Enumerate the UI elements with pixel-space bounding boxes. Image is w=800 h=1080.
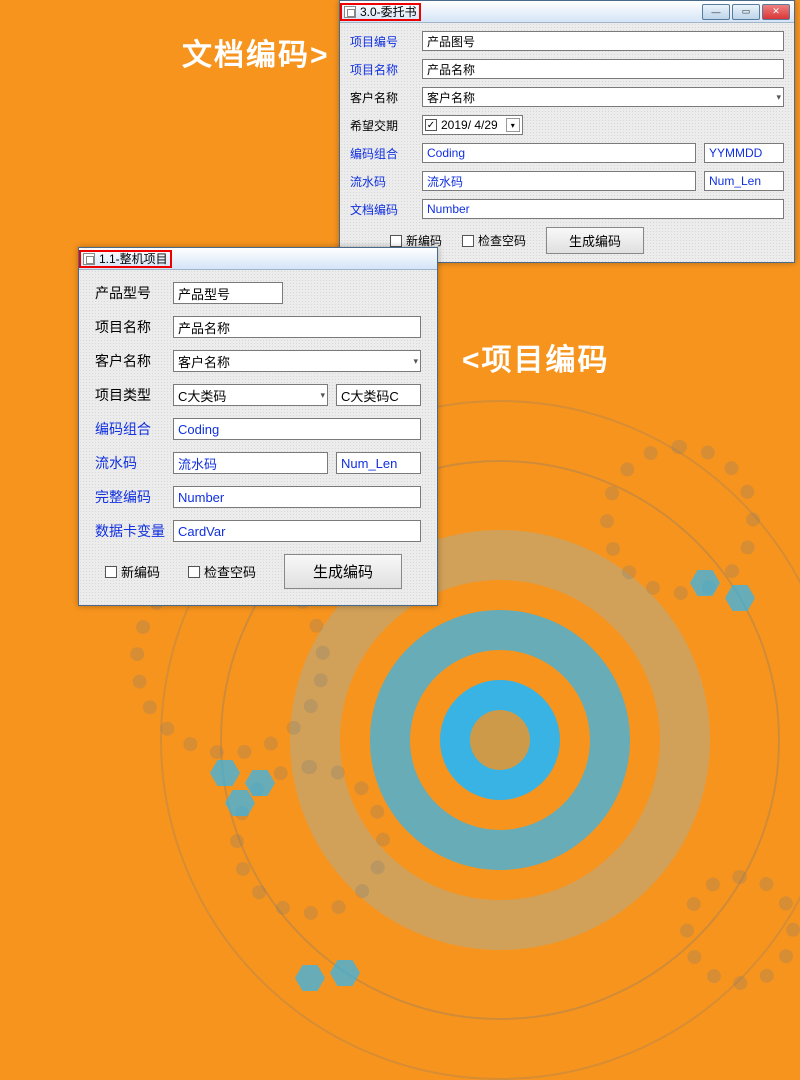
label-code-combo: 编码组合	[95, 419, 165, 439]
maximize-button[interactable]: ▭	[732, 4, 760, 20]
input-serial-len[interactable]: Num_Len	[704, 171, 784, 191]
generate-code-button[interactable]: 生成编码	[546, 227, 644, 254]
checkbox-check-blank-label: 检查空码	[204, 562, 256, 581]
chevron-down-icon[interactable]: ▾	[506, 118, 520, 132]
checkbox-icon	[105, 566, 117, 578]
label-customer: 客户名称	[95, 351, 165, 371]
select-project-type-value: C大类码	[178, 386, 226, 405]
label-due-date: 希望交期	[350, 117, 414, 134]
checkbox-check-blank[interactable]: 检查空码	[188, 562, 256, 581]
input-serial-len[interactable]: Num_Len	[336, 452, 421, 474]
input-card-var[interactable]: CardVar	[173, 520, 421, 542]
window-title: 3.0-委托书	[360, 3, 417, 20]
input-serial[interactable]: 流水码	[422, 171, 696, 191]
checkbox-check-blank-label: 检查空码	[478, 232, 526, 249]
window-project: 1.1-整机项目 产品型号 产品型号 项目名称 产品名称 客户名称 客户名称 ▾…	[78, 247, 438, 606]
select-customer-value: 客户名称	[427, 89, 475, 106]
input-code-combo[interactable]: Coding	[422, 143, 696, 163]
window-commission: 3.0-委托书 — ▭ ✕ 项目编号 产品图号 项目名称 产品名称 客户名称 客…	[339, 0, 795, 263]
input-doc-code[interactable]: Number	[422, 199, 784, 219]
input-project-name[interactable]: 产品名称	[422, 59, 784, 79]
select-customer-value: 客户名称	[178, 352, 230, 371]
minimize-button[interactable]: —	[702, 4, 730, 20]
titlebar[interactable]: 3.0-委托书 — ▭ ✕	[340, 1, 794, 23]
app-icon	[344, 6, 356, 18]
chevron-down-icon: ▾	[320, 390, 325, 401]
label-doc-code: 文档编码	[350, 201, 414, 218]
input-full-code[interactable]: Number	[173, 486, 421, 508]
input-serial[interactable]: 流水码	[173, 452, 328, 474]
window-title: 1.1-整机项目	[99, 250, 168, 267]
select-customer[interactable]: 客户名称 ▾	[173, 350, 421, 372]
checkbox-new-code[interactable]: 新编码	[105, 562, 160, 581]
label-project-type: 项目类型	[95, 385, 165, 405]
annotation-project-code: <项目编码	[462, 335, 610, 379]
select-customer[interactable]: 客户名称 ▾	[422, 87, 784, 107]
titlebar[interactable]: 1.1-整机项目	[79, 248, 437, 270]
checkbox-icon	[462, 235, 474, 247]
label-card-var: 数据卡变量	[95, 521, 165, 541]
date-enable-checkbox[interactable]: ✓	[425, 119, 437, 131]
close-button[interactable]: ✕	[762, 4, 790, 20]
label-project-name: 项目名称	[350, 61, 414, 78]
checkbox-icon	[390, 235, 402, 247]
checkbox-new-code-label: 新编码	[121, 562, 160, 581]
input-product-model[interactable]: 产品型号	[173, 282, 283, 304]
label-project-name: 项目名称	[95, 317, 165, 337]
select-project-type-c-value: C大类码C	[341, 386, 399, 405]
chevron-down-icon: ▾	[413, 356, 418, 367]
input-code-format[interactable]: YYMMDD	[704, 143, 784, 163]
generate-code-button[interactable]: 生成编码	[284, 554, 402, 589]
label-customer: 客户名称	[350, 89, 414, 106]
date-picker[interactable]: ✓ 2019/ 4/29 ▾	[422, 115, 523, 135]
chevron-down-icon: ▾	[776, 92, 781, 103]
label-serial: 流水码	[350, 173, 414, 190]
label-code-combo: 编码组合	[350, 145, 414, 162]
checkbox-check-blank[interactable]: 检查空码	[462, 232, 526, 249]
input-project-no[interactable]: 产品图号	[422, 31, 784, 51]
app-icon	[83, 253, 95, 265]
label-full-code: 完整编码	[95, 487, 165, 507]
label-project-no: 项目编号	[350, 33, 414, 50]
label-product-model: 产品型号	[95, 283, 165, 303]
label-serial: 流水码	[95, 453, 165, 473]
date-value: 2019/ 4/29	[441, 118, 498, 132]
select-project-type[interactable]: C大类码 ▾	[173, 384, 328, 406]
select-project-type-c[interactable]: C大类码C	[336, 384, 421, 406]
input-project-name[interactable]: 产品名称	[173, 316, 421, 338]
annotation-doc-code: 文档编码>	[182, 30, 330, 74]
input-code-combo[interactable]: Coding	[173, 418, 421, 440]
checkbox-icon	[188, 566, 200, 578]
